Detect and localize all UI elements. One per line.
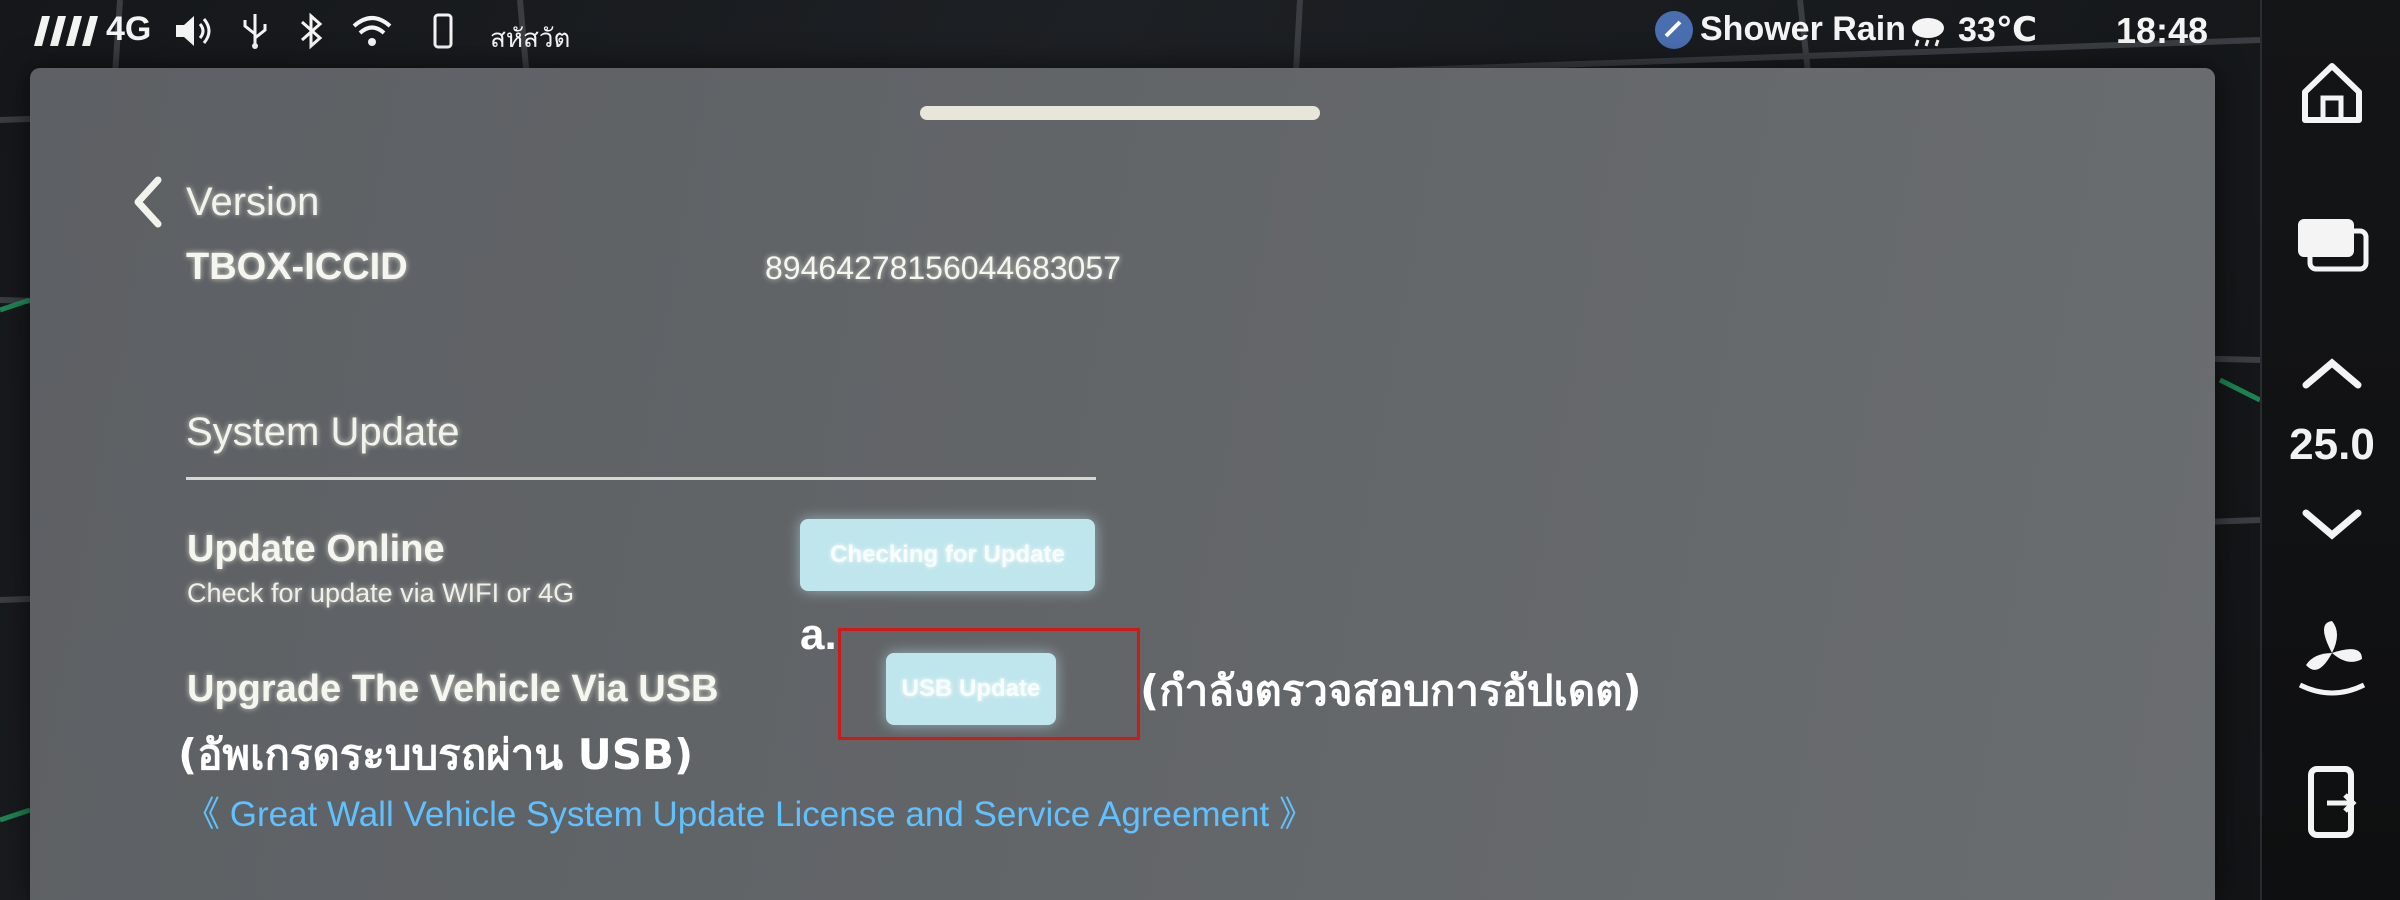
chevron-down-icon: [2300, 505, 2364, 546]
clock: 18:48: [2116, 10, 2209, 51]
map-location-label: สหัสวัต: [490, 24, 571, 54]
wifi-icon: [350, 12, 394, 55]
temperature-setting: 25.0: [2289, 420, 2375, 469]
chevron-left-icon: [128, 176, 168, 236]
section-divider: [186, 477, 1096, 480]
weather-temperature: 33℃: [1958, 11, 2037, 49]
usb-update-highlight-box: [838, 628, 1140, 740]
phone-signal-icon: [432, 12, 454, 55]
bluetooth-icon: [296, 12, 326, 55]
right-dock: 25.0: [2260, 0, 2400, 900]
network-type: 4G: [106, 10, 152, 48]
fan-button[interactable]: [2262, 610, 2400, 710]
update-online-subtitle: Check for update via WIFI or 4G: [187, 578, 575, 608]
rain-cloud-icon: [1908, 14, 1948, 53]
weather-location-icon: [1652, 8, 1696, 57]
usb-upgrade-thai-caption: (อัพเกรดระบบรถผ่าน USB): [178, 730, 694, 779]
chevron-up-icon: [2300, 355, 2364, 396]
signal-bars-icon: [30, 12, 98, 53]
windows-icon: [2294, 213, 2370, 278]
annotation-marker: a.: [800, 610, 837, 659]
status-bar: 4G สหัสวัต Shower Rain 33℃ 18:48: [0, 0, 2260, 62]
page-title: Version: [186, 180, 320, 224]
home-icon: [2297, 58, 2367, 133]
recent-apps-button[interactable]: [2262, 205, 2400, 285]
back-button[interactable]: [128, 172, 178, 232]
checking-thai-caption: (กำลังตรวจสอบการอัปเดต): [1140, 666, 1642, 715]
phone-icon: [2297, 763, 2367, 848]
volume-icon: [172, 12, 216, 55]
panel-drag-handle[interactable]: [920, 106, 1320, 120]
weather-text: Shower Rain: [1700, 10, 1906, 48]
usb-icon: [240, 12, 270, 55]
temperature-up-button[interactable]: [2262, 350, 2400, 400]
checking-for-update-button[interactable]: Checking for Update: [800, 519, 1095, 591]
fan-icon: [2292, 613, 2372, 708]
home-button[interactable]: [2262, 55, 2400, 135]
license-agreement-link[interactable]: 《 Great Wall Vehicle System Update Licen…: [185, 786, 1314, 837]
phone-projection-button[interactable]: [2262, 760, 2400, 850]
tbox-iccid-label: TBOX-ICCID: [186, 246, 408, 288]
update-online-title: Update Online: [187, 528, 445, 570]
tbox-iccid-value: 89464278156044683057: [765, 250, 1121, 286]
system-update-heading: System Update: [186, 410, 460, 454]
usb-upgrade-title: Upgrade The Vehicle Via USB: [187, 668, 719, 710]
temperature-down-button[interactable]: [2262, 500, 2400, 550]
